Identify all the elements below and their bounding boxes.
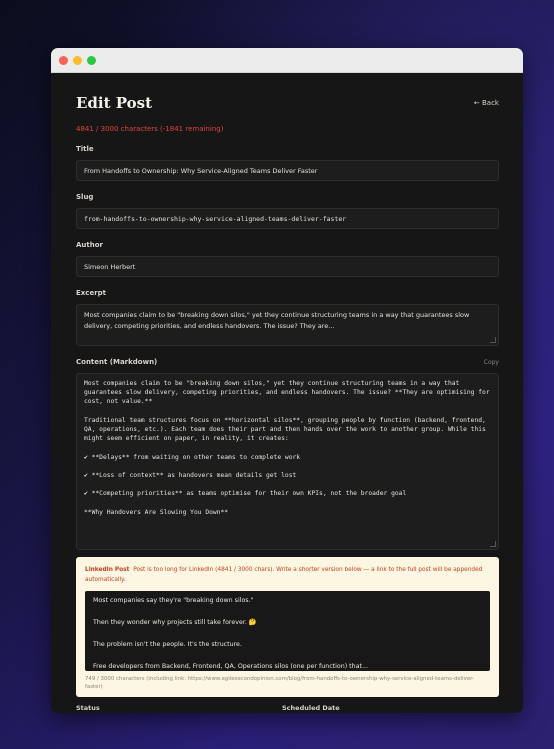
content-markdown-textarea[interactable]: Most companies claim to be "breaking dow… xyxy=(76,373,499,550)
minimize-window-button[interactable] xyxy=(73,55,82,65)
character-count-warning: 4841 / 3000 characters (-1841 remaining) xyxy=(76,125,224,133)
copy-button[interactable]: Copy xyxy=(484,359,499,366)
linkedin-paragraph: Most companies say they're "breaking dow… xyxy=(93,597,254,604)
excerpt-label: Excerpt xyxy=(76,289,107,297)
content-paragraph: ✔ **Loss of context** as handovers mean … xyxy=(84,471,297,479)
content-paragraph: **Why Handovers Are Slowing You Down** xyxy=(84,508,229,516)
linkedin-paragraph: The problem isn't the people. It's the s… xyxy=(93,641,242,648)
title-label: Title xyxy=(76,145,94,153)
linkedin-notice: LinkedIn Post Post is too long for Linke… xyxy=(85,565,490,585)
content-paragraph: Traditional team structures focus on **h… xyxy=(84,416,490,443)
zoom-window-button[interactable] xyxy=(87,55,96,65)
bottom-fields-row: Status Scheduled Date xyxy=(76,704,499,712)
window-titlebar xyxy=(51,48,523,73)
excerpt-text: Most companies claim to be "breaking dow… xyxy=(84,311,470,330)
slug-label: Slug xyxy=(76,193,94,201)
edit-post-form: Edit Post ← Back 4841 / 3000 characters … xyxy=(51,73,523,713)
content-paragraph: ✔ **Competing priorities** as teams opti… xyxy=(84,490,407,498)
title-input[interactable]: From Handoffs to Ownership: Why Service-… xyxy=(76,160,499,181)
page-header: Edit Post ← Back xyxy=(76,93,499,113)
resize-handle[interactable] xyxy=(490,337,496,343)
slug-input[interactable]: from-handoffs-to-ownership-why-service-a… xyxy=(76,208,499,229)
close-window-button[interactable] xyxy=(59,55,68,65)
linkedin-post-textarea[interactable]: Most companies say they're "breaking dow… xyxy=(85,591,490,671)
linkedin-post-panel: LinkedIn Post Post is too long for Linke… xyxy=(76,557,499,697)
content-paragraph: Most companies claim to be "breaking dow… xyxy=(84,380,494,406)
content-paragraph: ✔ **Delays** from waiting on other teams… xyxy=(84,453,301,461)
author-label: Author xyxy=(76,241,103,249)
linkedin-length-warning: Post is too long for LinkedIn (4841 / 30… xyxy=(85,567,483,583)
app-window: Edit Post ← Back 4841 / 3000 characters … xyxy=(51,48,523,713)
resize-handle[interactable] xyxy=(490,541,496,547)
author-input[interactable]: Simeon Herbert xyxy=(76,256,499,277)
status-label: Status xyxy=(76,704,100,712)
content-label: Content (Markdown) xyxy=(76,358,158,366)
scheduled-date-label: Scheduled Date xyxy=(282,704,340,712)
linkedin-post-label: LinkedIn Post xyxy=(85,567,130,573)
linkedin-character-count: 749 / 3000 characters (including link: h… xyxy=(85,676,474,690)
excerpt-textarea[interactable]: Most companies claim to be "breaking dow… xyxy=(76,304,499,346)
page-title: Edit Post xyxy=(76,94,153,112)
back-link[interactable]: ← Back xyxy=(474,99,499,107)
linkedin-paragraph: Free developers from Backend, Frontend, … xyxy=(93,663,368,670)
linkedin-paragraph: Then they wonder why projects still take… xyxy=(93,619,257,626)
content-label-row: Content (Markdown) Copy xyxy=(76,358,499,366)
